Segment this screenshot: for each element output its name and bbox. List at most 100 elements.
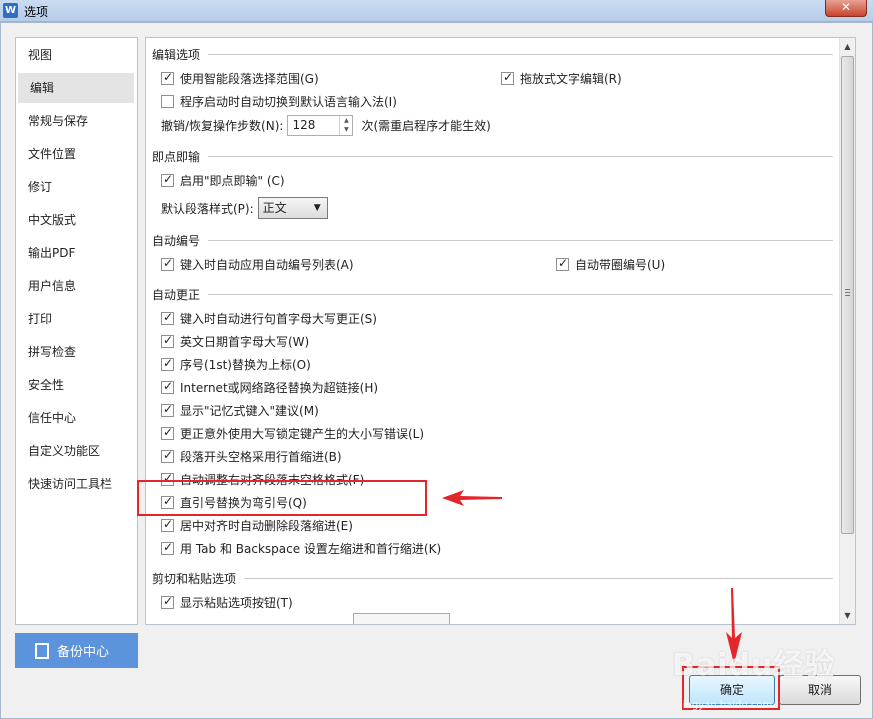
auto-ime-label: 程序启动时自动切换到默认语言输入法(I) [180,95,397,109]
nav-item-custom-ribbon[interactable]: 自定义功能区 [16,436,137,466]
autocorrect-checkbox[interactable] [161,310,174,325]
nav-item-quick-access[interactable]: 快速访问工具栏 [16,469,137,499]
nav-item-print[interactable]: 打印 [16,304,137,334]
click-type-label: 启用"即点即输" (C) [180,174,285,188]
highlight-box-smart-quotes [137,480,427,516]
close-button[interactable]: ✕ [825,0,867,17]
baidu-watermark: Baidu经验 [672,648,836,683]
paste-button-label: 显示粘贴选项按钮(T) [180,596,293,610]
scroll-thumb[interactable] [841,56,854,534]
stepper-arrows-icon[interactable]: ▲ ▼ [339,115,352,135]
autocorrect-label: 用 Tab 和 Backspace 设置左缩进和首行缩进(K) [180,542,442,556]
auto-list-label: 键入时自动应用自动编号列表(A) [180,258,354,272]
section-divider [208,156,833,157]
auto-circle-label: 自动带圈编号(U) [575,258,666,272]
nav-item-chinese-layout[interactable]: 中文版式 [16,205,137,235]
click-type-option[interactable]: 启用"即点即输" (C) [161,172,285,189]
smart-para-label: 使用智能段落选择范围(G) [180,72,319,86]
backup-center-label: 备份中心 [57,645,110,660]
drag-text-label: 拖放式文字编辑(R) [520,72,622,86]
autocorrect-option[interactable]: 居中对齐时自动删除段落缩进(E) [161,517,353,534]
vertical-scrollbar[interactable]: ▲ ▼ [839,38,855,624]
drag-text-checkbox[interactable] [501,70,514,85]
autocorrect-option[interactable]: 更正意外使用大写锁定键产生的大小写错误(L) [161,425,424,442]
autocorrect-checkbox[interactable] [161,379,174,394]
auto-list-checkbox[interactable] [161,256,174,271]
nav-item-security[interactable]: 安全性 [16,370,137,400]
partial-control [353,613,450,624]
nav-item-revision[interactable]: 修订 [16,172,137,202]
undo-steps-stepper[interactable]: 128 ▲ ▼ [287,114,354,136]
dropdown-arrow-icon: ▼ [313,203,321,213]
autocorrect-checkbox[interactable] [161,425,174,440]
smart-para-checkbox[interactable] [161,70,174,85]
autocorrect-checkbox[interactable] [161,540,174,555]
autocorrect-checkbox[interactable] [161,356,174,371]
grip-icon [845,289,850,296]
para-style-value: 正文 [262,201,287,215]
nav-item-file-location[interactable]: 文件位置 [16,139,137,169]
autocorrect-label: 显示"记忆式键入"建议(M) [180,404,319,418]
paste-button-checkbox[interactable] [161,594,174,609]
autocorrect-checkbox[interactable] [161,448,174,463]
nav-item-edit[interactable]: 编辑 [18,73,134,103]
para-style-label: 默认段落样式(P): [161,201,254,216]
nav-item-general-save[interactable]: 常规与保存 [16,106,137,136]
autocorrect-label: 更正意外使用大写锁定键产生的大小写错误(L) [180,427,425,441]
section-title-autocorrect: 自动更正 [152,288,201,302]
window-title: 选项 [24,5,49,19]
autocorrect-label: 键入时自动进行句首字母大写更正(S) [180,312,377,326]
wps-writer-icon: W [3,3,18,18]
autocorrect-label: 英文日期首字母大写(W) [180,335,310,349]
auto-circle-checkbox[interactable] [556,256,569,271]
paste-button-option[interactable]: 显示粘贴选项按钮(T) [161,594,293,611]
close-icon: ✕ [840,0,852,14]
undo-steps-note: 次(需重启程序才能生效) [361,118,491,133]
autocorrect-checkbox[interactable] [161,517,174,532]
auto-list-option[interactable]: 键入时自动应用自动编号列表(A) [161,256,354,273]
autocorrect-option[interactable]: 显示"记忆式键入"建议(M) [161,402,319,419]
autocorrect-option[interactable]: 键入时自动进行句首字母大写更正(S) [161,310,377,327]
section-divider [244,578,833,579]
section-divider [208,240,833,241]
autocorrect-option[interactable]: Internet或网络路径替换为超链接(H) [161,379,378,396]
nav-item-export-pdf[interactable]: 输出PDF [16,238,137,268]
click-type-checkbox[interactable] [161,172,174,187]
scroll-down-icon[interactable]: ▼ [840,607,855,624]
watermark-url: jingyan.baidu.com [680,700,773,711]
undo-steps-label: 撤销/恢复操作步数(N): [161,118,284,133]
auto-ime-option[interactable]: 程序启动时自动切换到默认语言输入法(I) [161,93,397,110]
autocorrect-option[interactable]: 段落开头空格采用行首缩进(B) [161,448,342,465]
autocorrect-option[interactable]: 序号(1st)替换为上标(O) [161,356,311,373]
section-title-auto-number: 自动编号 [152,234,201,248]
section-title-click-type: 即点即输 [152,150,201,164]
section-title-paste: 剪切和粘贴选项 [152,572,237,586]
autocorrect-option[interactable]: 用 Tab 和 Backspace 设置左缩进和首行缩进(K) [161,540,441,557]
autocorrect-label: 段落开头空格采用行首缩进(B) [180,450,342,464]
scroll-up-icon[interactable]: ▲ [840,38,855,55]
options-nav: 视图 编辑 常规与保存 文件位置 修订 中文版式 输出PDF 用户信息 打印 拼… [15,37,138,625]
backup-icon [35,642,49,659]
para-style-select[interactable]: 正文 ▼ [257,197,328,219]
title-bar: W 选项 ✕ [0,0,873,22]
autocorrect-checkbox[interactable] [161,333,174,348]
auto-circle-option[interactable]: 自动带圈编号(U) [556,256,665,273]
section-divider [208,54,833,55]
drag-text-option[interactable]: 拖放式文字编辑(R) [501,70,622,87]
autocorrect-option[interactable]: 英文日期首字母大写(W) [161,333,309,350]
autocorrect-label: 居中对齐时自动删除段落缩进(E) [180,519,353,533]
section-divider [208,294,833,295]
autocorrect-checkbox[interactable] [161,402,174,417]
nav-item-trust-center[interactable]: 信任中心 [16,403,137,433]
smart-para-option[interactable]: 使用智能段落选择范围(G) [161,70,319,87]
nav-item-view[interactable]: 视图 [16,40,137,70]
backup-center-button[interactable]: 备份中心 [15,633,138,668]
red-arrow-icon [442,490,502,506]
auto-ime-checkbox[interactable] [161,95,174,108]
autocorrect-label: 序号(1st)替换为上标(O) [180,358,311,372]
para-style-row: 默认段落样式(P): 正文 ▼ [161,196,328,220]
undo-steps-value: 128 [292,117,316,132]
autocorrect-label: Internet或网络路径替换为超链接(H) [180,381,379,395]
nav-item-spell-check[interactable]: 拼写检查 [16,337,137,367]
nav-item-user-info[interactable]: 用户信息 [16,271,137,301]
